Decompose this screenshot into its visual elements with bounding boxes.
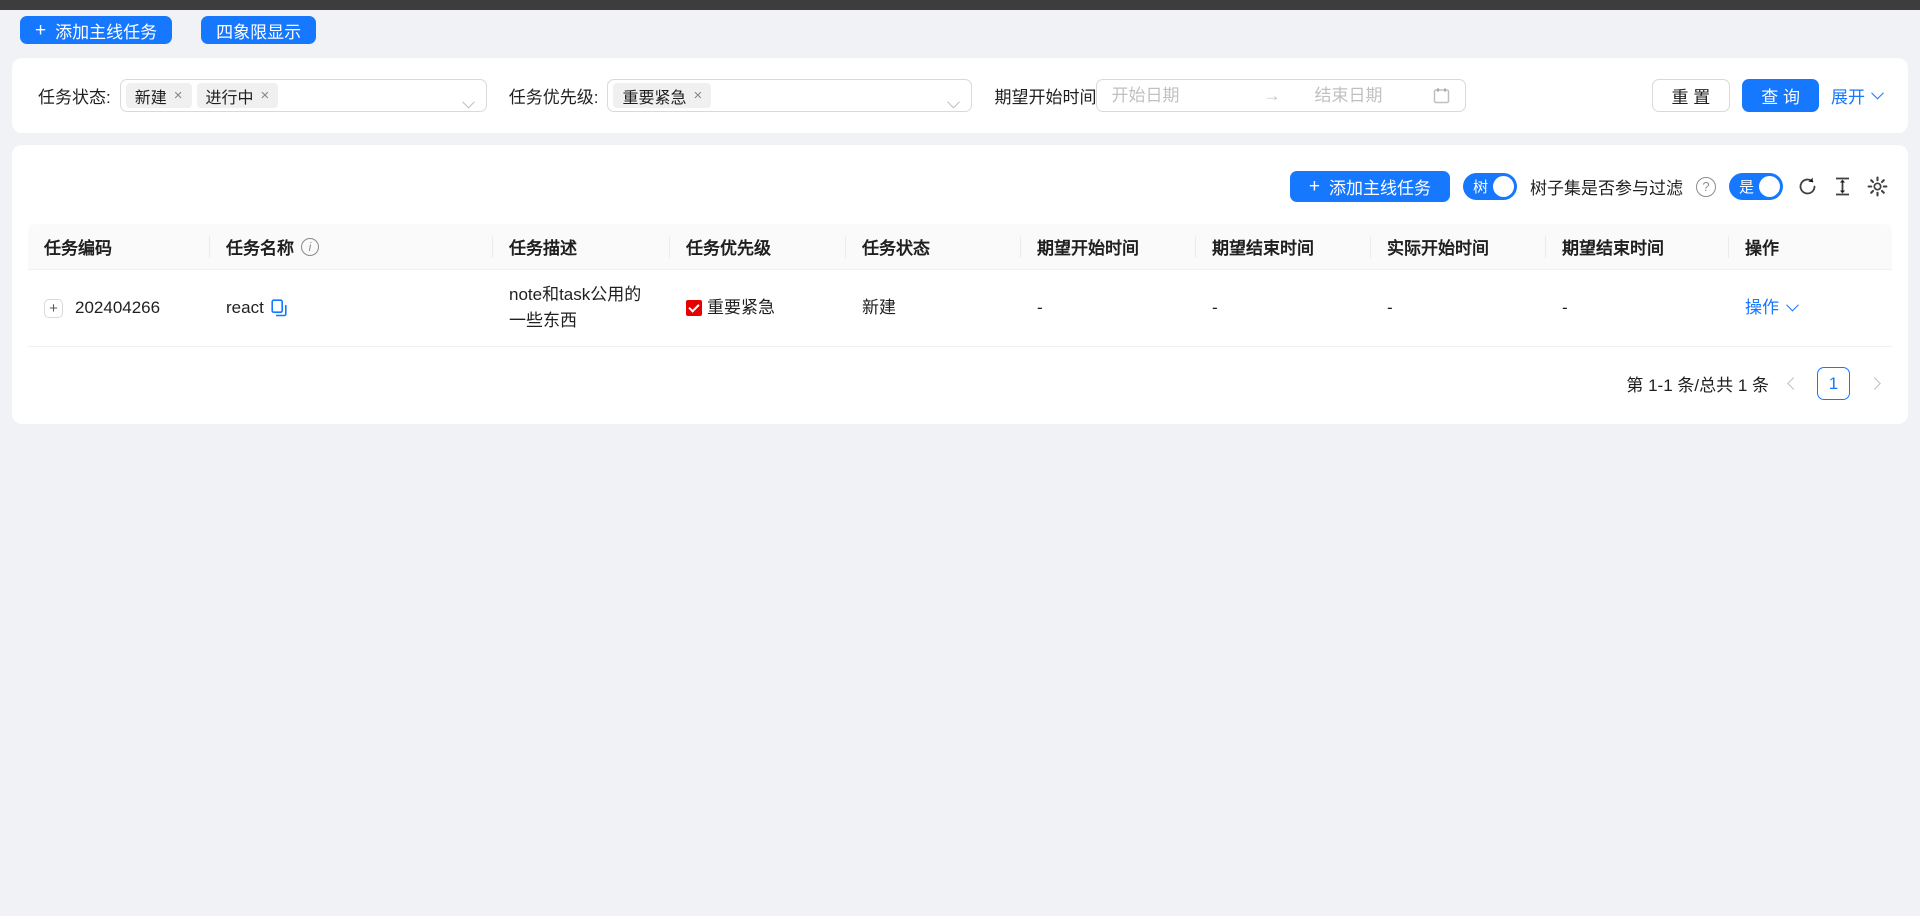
query-button[interactable]: 查 询 bbox=[1742, 79, 1819, 112]
priority-checkbox-icon bbox=[686, 300, 702, 316]
status-tag-label: 进行中 bbox=[206, 84, 254, 108]
next-page-button[interactable] bbox=[1864, 367, 1884, 400]
col-header-actual-start: 实际开始时间 bbox=[1371, 224, 1546, 270]
cell-expected-start: - bbox=[1021, 270, 1196, 347]
question-circle-icon[interactable]: ? bbox=[1696, 177, 1716, 197]
filter-actions: 重 置 查 询 展开 bbox=[1652, 79, 1882, 112]
info-circle-icon[interactable]: i bbox=[301, 238, 319, 256]
tag-close-icon[interactable]: × bbox=[693, 88, 702, 103]
end-date-input[interactable] bbox=[1314, 86, 1432, 106]
tag-close-icon[interactable]: × bbox=[174, 88, 183, 103]
action-label: 操作 bbox=[1745, 295, 1779, 321]
tree-switch-label: 树 bbox=[1473, 176, 1488, 197]
col-header-task-description: 任务描述 bbox=[493, 224, 670, 270]
cell-task-priority: 重要紧急 bbox=[670, 270, 846, 347]
tree-filter-label: 树子集是否参与过滤 bbox=[1530, 174, 1683, 199]
plus-icon: + bbox=[35, 21, 46, 40]
task-table-card: + 添加主线任务 树 树子集是否参与过滤 ? 是 bbox=[12, 145, 1908, 424]
status-tag-label: 新建 bbox=[135, 84, 167, 108]
expected-end-value: - bbox=[1212, 298, 1218, 317]
status-tag: 进行中 × bbox=[197, 83, 279, 108]
plus-icon: + bbox=[1309, 177, 1320, 196]
expected-start-time-range-picker[interactable]: → bbox=[1096, 79, 1466, 112]
page-number-button[interactable]: 1 bbox=[1817, 367, 1850, 400]
task-priority-value: 重要紧急 bbox=[707, 295, 775, 321]
expected-start-time-label: 期望开始时间 bbox=[994, 83, 1096, 108]
density-icon[interactable] bbox=[1831, 176, 1853, 198]
col-header-task-priority: 任务优先级 bbox=[670, 224, 846, 270]
cell-expected-end: - bbox=[1196, 270, 1371, 347]
chevron-down-icon bbox=[1786, 298, 1799, 311]
switch-knob bbox=[1493, 176, 1514, 197]
quadrant-display-button[interactable]: 四象限显示 bbox=[201, 16, 316, 44]
col-header-expected-end-2: 期望结束时间 bbox=[1546, 224, 1729, 270]
expected-end-2-value: - bbox=[1562, 298, 1568, 317]
cell-task-status: 新建 bbox=[846, 270, 1021, 347]
yes-switch-label: 是 bbox=[1739, 176, 1754, 197]
expand-label: 展开 bbox=[1831, 83, 1865, 108]
copy-icon[interactable] bbox=[271, 299, 287, 317]
top-toolbar: + 添加主线任务 四象限显示 bbox=[0, 10, 1920, 54]
task-table: 任务编码 任务名称 i 任务描述 任务优先级 任务状态 期望开始时间 期望结束时… bbox=[28, 224, 1892, 347]
start-date-input[interactable] bbox=[1111, 86, 1229, 106]
tree-mode-switch[interactable]: 树 bbox=[1463, 173, 1517, 200]
col-header-task-status: 任务状态 bbox=[846, 224, 1021, 270]
col-header-expected-end: 期望结束时间 bbox=[1196, 224, 1371, 270]
col-header-task-code: 任务编码 bbox=[28, 224, 210, 270]
reset-button[interactable]: 重 置 bbox=[1652, 79, 1731, 112]
prev-page-button[interactable] bbox=[1783, 367, 1803, 400]
add-main-task-button[interactable]: + 添加主线任务 bbox=[20, 16, 172, 44]
task-status-select[interactable]: 新建 × 进行中 × bbox=[120, 79, 487, 112]
pagination: 第 1-1 条/总共 1 条 1 bbox=[28, 347, 1892, 414]
task-status-label: 任务状态: bbox=[38, 83, 111, 108]
task-name-value: react bbox=[226, 295, 264, 321]
task-code-value: 202404266 bbox=[75, 295, 160, 321]
yes-switch[interactable]: 是 bbox=[1729, 173, 1783, 200]
reset-label: 重 置 bbox=[1672, 83, 1711, 108]
cell-task-description: note和task公用的一些东西 bbox=[493, 270, 670, 347]
row-action-dropdown[interactable]: 操作 bbox=[1745, 295, 1797, 321]
cell-actual-start: - bbox=[1371, 270, 1546, 347]
switch-knob bbox=[1759, 176, 1780, 197]
refresh-icon[interactable] bbox=[1796, 176, 1818, 198]
status-tag: 新建 × bbox=[126, 83, 192, 108]
task-priority-select[interactable]: 重要紧急 × bbox=[607, 79, 972, 112]
quadrant-display-label: 四象限显示 bbox=[216, 18, 301, 43]
row-expand-button[interactable]: + bbox=[44, 299, 63, 318]
expected-start-value: - bbox=[1037, 298, 1043, 317]
tag-close-icon[interactable]: × bbox=[261, 88, 270, 103]
cell-expected-end-2: - bbox=[1546, 270, 1729, 347]
cell-task-code: + 202404266 bbox=[28, 270, 210, 347]
table-row: + 202404266 react note和task公用的一些东西 bbox=[28, 270, 1892, 347]
add-main-task-label: 添加主线任务 bbox=[1329, 174, 1431, 199]
pagination-summary: 第 1-1 条/总共 1 条 bbox=[1626, 371, 1769, 396]
task-priority-label: 任务优先级: bbox=[509, 83, 599, 108]
expand-toggle-link[interactable]: 展开 bbox=[1831, 83, 1882, 108]
window-top-strip bbox=[0, 0, 1920, 10]
task-status-value: 新建 bbox=[862, 298, 896, 317]
chevron-down-icon bbox=[949, 93, 958, 113]
chevron-down-icon bbox=[464, 93, 473, 113]
cell-actions: 操作 bbox=[1729, 270, 1892, 347]
task-description-value: note和task公用的一些东西 bbox=[509, 282, 654, 334]
cell-task-name: react bbox=[210, 270, 493, 347]
table-header-row: 任务编码 任务名称 i 任务描述 任务优先级 任务状态 期望开始时间 期望结束时… bbox=[28, 224, 1892, 270]
calendar-icon[interactable] bbox=[1432, 86, 1451, 105]
add-main-task-label: 添加主线任务 bbox=[55, 18, 157, 43]
actual-start-value: - bbox=[1387, 298, 1393, 317]
priority-tag-label: 重要紧急 bbox=[622, 84, 686, 108]
settings-gear-icon[interactable] bbox=[1866, 176, 1888, 198]
table-toolbar: + 添加主线任务 树 树子集是否参与过滤 ? 是 bbox=[28, 171, 1892, 202]
filter-card: 任务状态: 新建 × 进行中 × 任务优先级: 重要紧急 × 期望开始时间 → bbox=[12, 58, 1908, 133]
priority-tag: 重要紧急 × bbox=[613, 83, 711, 108]
add-main-task-button-table[interactable]: + 添加主线任务 bbox=[1290, 171, 1450, 202]
col-header-expected-start: 期望开始时间 bbox=[1021, 224, 1196, 270]
col-header-actions: 操作 bbox=[1729, 224, 1892, 270]
range-arrow-icon: → bbox=[1241, 86, 1302, 106]
query-label: 查 询 bbox=[1761, 83, 1800, 108]
col-header-task-name: 任务名称 i bbox=[210, 224, 493, 270]
chevron-down-icon bbox=[1871, 86, 1884, 99]
